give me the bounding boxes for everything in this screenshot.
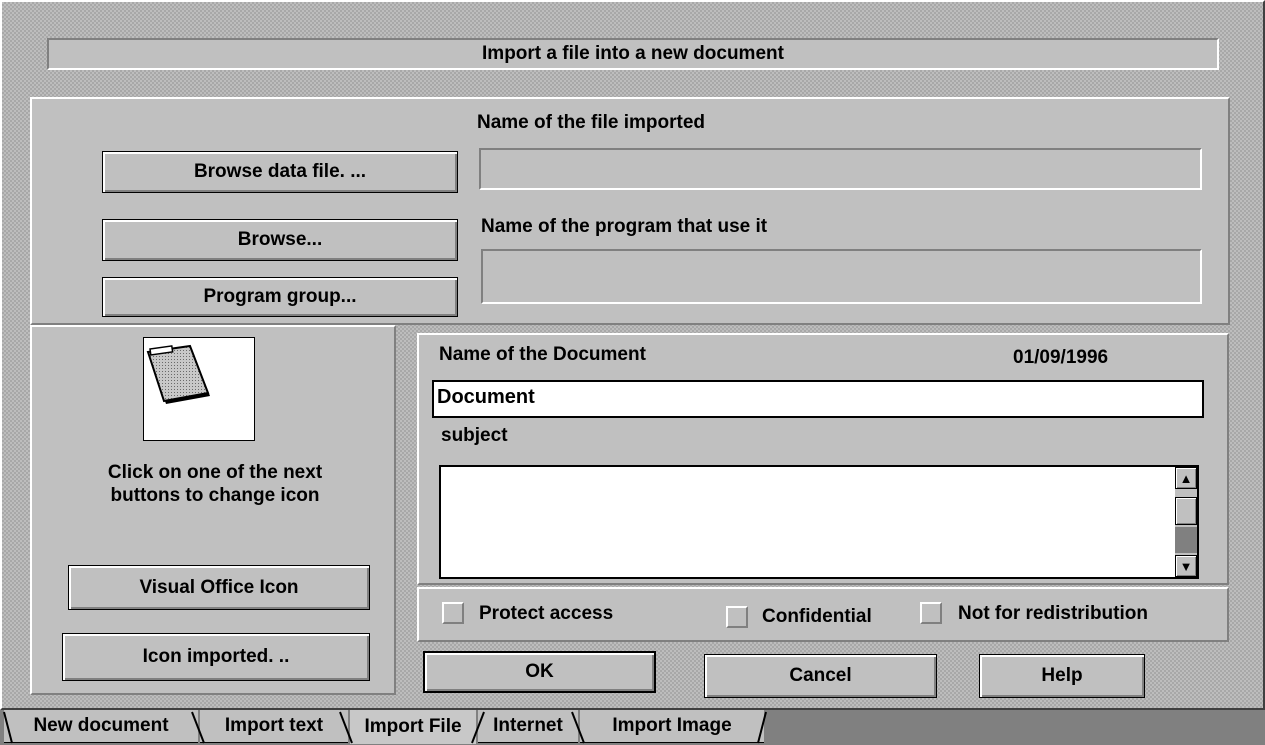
document-date: 01/09/1996 <box>1013 347 1109 368</box>
scroll-down-arrow-icon[interactable]: ▼ <box>1175 555 1197 577</box>
protect-access-checkbox[interactable] <box>442 602 464 624</box>
dialog-title-box: Import a file into a new document <box>47 38 1219 70</box>
program-name-field[interactable] <box>481 249 1202 304</box>
file-name-label: Name of the file imported <box>477 112 706 133</box>
visual-office-icon-button[interactable]: Visual Office Icon <box>68 565 370 610</box>
browse-button[interactable]: Browse... <box>102 219 458 261</box>
confidential-checkbox[interactable] <box>726 606 748 628</box>
cancel-button[interactable]: Cancel <box>704 654 937 698</box>
browse-data-file-button[interactable]: Browse data file. ... <box>102 151 458 193</box>
program-name-label: Name of the program that use it <box>481 216 768 237</box>
document-icon-preview <box>143 337 255 441</box>
icon-imported-button[interactable]: Icon imported. .. <box>62 633 370 681</box>
scroll-track[interactable] <box>1175 527 1197 553</box>
help-button[interactable]: Help <box>979 654 1145 698</box>
not-for-redistribution-checkbox[interactable] <box>920 602 942 624</box>
document-name-label: Name of the Document <box>439 344 646 365</box>
folder-document-icon <box>146 344 210 404</box>
confidential-label: Confidential <box>762 606 872 627</box>
subject-textarea[interactable] <box>439 465 1199 579</box>
program-group-button[interactable]: Program group... <box>102 277 458 317</box>
document-name-input[interactable]: Document <box>432 380 1204 418</box>
subject-scrollbar[interactable]: ▲ ▼ <box>1175 467 1197 577</box>
tab-separators <box>3 711 767 744</box>
subject-label: subject <box>441 425 508 446</box>
tab-bar: New document Import text Import File Int… <box>0 710 1265 745</box>
file-name-field[interactable] <box>479 148 1202 190</box>
ok-button[interactable]: OK <box>423 651 656 693</box>
scroll-up-arrow-icon[interactable]: ▲ <box>1175 467 1197 489</box>
not-for-redistribution-label: Not for redistribution <box>958 603 1148 624</box>
icon-instructions: Click on one of the next buttons to chan… <box>107 462 323 506</box>
scroll-thumb[interactable] <box>1175 497 1197 525</box>
protect-access-label: Protect access <box>479 603 614 624</box>
dialog-title: Import a file into a new document <box>482 43 784 64</box>
